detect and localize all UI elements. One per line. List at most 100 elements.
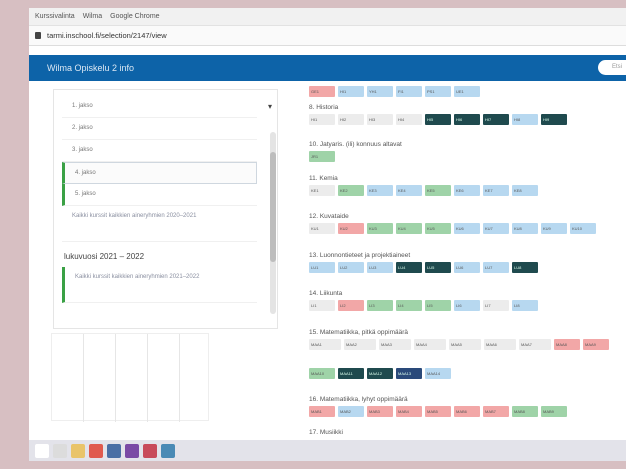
course-chip[interactable]: MAA11 (338, 368, 364, 379)
course-chip[interactable]: UE1 (454, 86, 480, 97)
grade-item[interactable]: 1. jakso (62, 96, 257, 118)
app-icon[interactable] (143, 443, 157, 458)
browser-tab[interactable]: Google Chrome (110, 13, 159, 20)
course-chip[interactable]: JR1 (309, 151, 335, 162)
course-chip[interactable]: MAB6 (454, 406, 480, 417)
course-chip[interactable]: HI8 (512, 114, 538, 125)
course-chip[interactable]: MAA3 (379, 339, 411, 350)
course-chip[interactable]: KU5 (425, 223, 451, 234)
course-chip[interactable]: KU9 (541, 223, 567, 234)
course-chip[interactable]: KE4 (396, 185, 422, 196)
course-chip[interactable]: MAB5 (425, 406, 451, 417)
course-chip[interactable]: KE5 (425, 185, 451, 196)
course-chip[interactable]: MAA8 (554, 339, 580, 350)
course-chip[interactable]: LU8 (512, 262, 538, 273)
course-chip[interactable]: MAA14 (425, 368, 451, 379)
course-chip[interactable]: KU4 (396, 223, 422, 234)
chrome-icon[interactable] (89, 443, 103, 458)
course-chip[interactable]: LU3 (367, 262, 393, 273)
course-chip[interactable]: LI1 (309, 300, 335, 311)
course-chip[interactable]: HI3 (367, 114, 393, 125)
course-chip[interactable]: HI7 (483, 114, 509, 125)
course-chip[interactable]: MAA13 (396, 368, 422, 379)
course-chip[interactable]: LU7 (483, 262, 509, 273)
course-chip[interactable]: HI5 (425, 114, 451, 125)
course-chip[interactable]: KU7 (483, 223, 509, 234)
course-chip[interactable]: MAA4 (414, 339, 446, 350)
course-chip[interactable]: LI2 (338, 300, 364, 311)
course-chip[interactable]: LU5 (425, 262, 451, 273)
course-chip[interactable]: PS1 (425, 86, 451, 97)
course-chip[interactable]: LI8 (512, 300, 538, 311)
screen: Kurssivalinta Wilma Google Chrome tarmi.… (29, 8, 626, 461)
course-chip[interactable]: MAA1 (309, 339, 341, 350)
plan-link[interactable]: Kaikki kurssit kaikkien aineryhmien 2021… (62, 267, 257, 303)
scrollbar-thumb[interactable] (270, 152, 276, 262)
grade-item[interactable]: 3. jakso (62, 140, 257, 162)
course-chip[interactable]: KE3 (367, 185, 393, 196)
course-chip[interactable]: MAA2 (344, 339, 376, 350)
explorer-icon[interactable] (71, 443, 85, 458)
course-chip[interactable]: LI5 (425, 300, 451, 311)
course-chip[interactable]: MAB8 (512, 406, 538, 417)
course-chip[interactable]: KE6 (454, 185, 480, 196)
browser-tab[interactable]: Wilma (83, 13, 102, 20)
course-chip[interactable]: HI6 (454, 114, 480, 125)
app-icon[interactable] (161, 443, 175, 458)
course-chip[interactable]: MAB2 (338, 406, 364, 417)
search-icon[interactable] (53, 443, 67, 458)
course-row: LU1 LU2 LU3 LU4 LU5 LU6 LU7 LU8 (309, 262, 538, 273)
search-input[interactable]: Etsi (598, 60, 626, 75)
subject-title: 8. Historia (309, 104, 339, 111)
grade-item[interactable]: 2. jakso (62, 118, 257, 140)
course-chip[interactable]: MAB7 (483, 406, 509, 417)
course-chip[interactable]: KU10 (570, 223, 596, 234)
course-chip[interactable]: LI7 (483, 300, 509, 311)
course-chip[interactable]: MAA6 (484, 339, 516, 350)
course-chip[interactable]: MAA5 (449, 339, 481, 350)
start-icon[interactable] (35, 443, 49, 458)
course-chip[interactable]: LU4 (396, 262, 422, 273)
course-chip[interactable]: KE7 (483, 185, 509, 196)
course-chip[interactable]: HI2 (338, 114, 364, 125)
course-chip[interactable]: KU3 (367, 223, 393, 234)
url-text[interactable]: tarmi.inschool.fi/selection/2147/view (47, 31, 167, 40)
course-chip[interactable]: MAB1 (309, 406, 335, 417)
course-chip[interactable]: KE8 (512, 185, 538, 196)
course-chip[interactable]: KU8 (512, 223, 538, 234)
course-chip[interactable]: KU2 (338, 223, 364, 234)
course-chip[interactable]: KU6 (454, 223, 480, 234)
course-chip[interactable]: MAB4 (396, 406, 422, 417)
course-chip[interactable]: MAA10 (309, 368, 335, 379)
course-chip[interactable]: HI1 (338, 86, 364, 97)
grade-item-active[interactable]: 5. jakso (62, 184, 257, 206)
course-chip[interactable]: HI1 (309, 114, 335, 125)
course-chip[interactable]: LU6 (454, 262, 480, 273)
course-chip[interactable]: LI6 (454, 300, 480, 311)
course-chip[interactable]: LI3 (367, 300, 393, 311)
course-chip[interactable]: LU2 (338, 262, 364, 273)
plan-link[interactable]: Kaikki kurssit kaikkien aineryhmien 2020… (62, 206, 257, 242)
course-chip[interactable]: LU1 (309, 262, 335, 273)
grade-item-selected[interactable]: 4. jakso (62, 162, 257, 184)
course-chip[interactable]: HI9 (541, 114, 567, 125)
course-chip[interactable]: MAB9 (541, 406, 567, 417)
course-chip[interactable]: YH1 (367, 86, 393, 97)
browser-tab[interactable]: Kurssivalinta (35, 13, 75, 20)
course-chip[interactable]: MAA12 (367, 368, 393, 379)
course-chip[interactable]: KE1 (309, 185, 335, 196)
course-chip[interactable]: LI4 (396, 300, 422, 311)
course-chip[interactable]: KU1 (309, 223, 335, 234)
course-chip[interactable]: HI4 (396, 114, 422, 125)
app-icon[interactable] (107, 443, 121, 458)
chevron-down-icon[interactable]: ▾ (268, 102, 272, 111)
course-chip[interactable]: FI1 (396, 86, 422, 97)
app-header: Wilma Opiskelu 2 info Etsi (29, 55, 626, 81)
course-chip[interactable]: MAA9 (583, 339, 609, 350)
app-icon[interactable] (125, 443, 139, 458)
address-bar[interactable]: tarmi.inschool.fi/selection/2147/view (29, 26, 626, 46)
course-chip[interactable]: GE1 (309, 86, 335, 97)
course-chip[interactable]: MAB3 (367, 406, 393, 417)
course-chip[interactable]: KE2 (338, 185, 364, 196)
course-chip[interactable]: MAA7 (519, 339, 551, 350)
